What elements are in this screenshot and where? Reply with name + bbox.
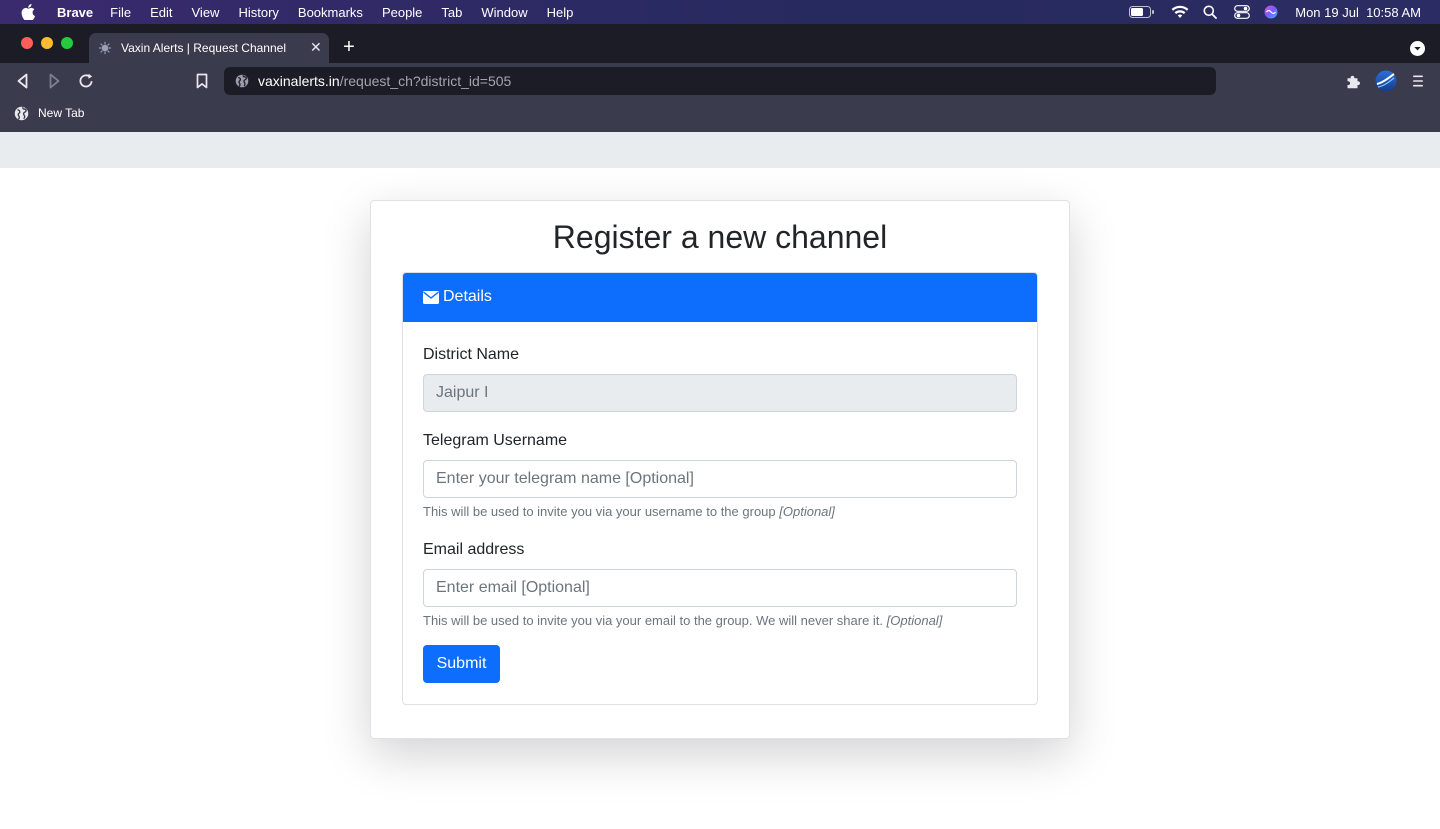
email-address-input[interactable] [423, 569, 1017, 607]
telegram-username-input[interactable] [423, 460, 1017, 498]
telegram-username-label: Telegram Username [423, 432, 568, 449]
battery-icon[interactable] [1129, 5, 1155, 19]
spotlight-search-icon[interactable] [1203, 5, 1218, 19]
siri-icon[interactable] [1264, 5, 1278, 19]
envelope-icon [423, 291, 439, 304]
menubar-clock[interactable]: Mon 19 Jul 10:58 AM [1295, 5, 1421, 20]
virus-favicon-icon [98, 41, 112, 55]
menu-help[interactable]: Help [547, 5, 574, 20]
close-window-button[interactable] [21, 37, 33, 49]
menu-history[interactable]: History [238, 5, 278, 20]
url-path: /request_ch?district_id=505 [339, 73, 512, 89]
macos-menu-bar: Brave File Edit View History Bookmarks P… [0, 0, 1440, 24]
url-host: vaxinalerts.in [258, 73, 340, 89]
email-help-text: This will be used to invite you via your… [423, 613, 942, 628]
details-panel-title: Details [443, 288, 492, 305]
register-card: Register a new channel Details District … [370, 200, 1070, 739]
email-address-label: Email address [423, 541, 525, 558]
submit-button[interactable]: Submit [423, 645, 500, 683]
zoom-window-button[interactable] [61, 37, 73, 49]
bookmarks-bar: New Tab [0, 99, 1440, 132]
tab-close-icon[interactable]: ✕ [310, 39, 322, 56]
page-top-strip [0, 132, 1440, 168]
details-panel-header: Details [403, 273, 1037, 322]
district-name-input [423, 374, 1017, 412]
telegram-help-sentence: This will be used to invite you via your… [423, 504, 776, 519]
apple-logo-icon[interactable] [21, 4, 35, 20]
menu-people[interactable]: People [382, 5, 422, 20]
telegram-help-optional: [Optional] [779, 504, 835, 519]
hamburger-menu-icon[interactable] [1409, 72, 1427, 90]
profile-avatar-icon[interactable] [1375, 70, 1397, 92]
bookmark-new-tab[interactable]: New Tab [38, 106, 84, 120]
menu-edit[interactable]: Edit [150, 5, 172, 20]
web-page: Register a new channel Details District … [0, 132, 1440, 829]
menu-bookmarks[interactable]: Bookmarks [298, 5, 363, 20]
back-arrow-icon[interactable] [14, 72, 32, 90]
email-help-sentence: This will be used to invite you via your… [423, 613, 884, 628]
address-bar[interactable]: vaxinalerts.in/request_ch?district_id=50… [224, 67, 1216, 95]
tab-search-chevron-icon[interactable] [1410, 41, 1425, 56]
bookmark-icon[interactable] [193, 72, 211, 90]
page-title: Register a new channel [552, 219, 888, 255]
wifi-icon[interactable] [1171, 5, 1189, 19]
telegram-help-text: This will be used to invite you via your… [423, 504, 835, 519]
details-panel: Details District Name Telegram Username … [402, 272, 1038, 705]
email-help-optional: [Optional] [886, 613, 943, 628]
forward-arrow-icon[interactable] [45, 72, 63, 90]
menu-file[interactable]: File [110, 5, 131, 20]
globe-bookmark-icon [14, 106, 29, 121]
tab-title: Vaxin Alerts | Request Channel [121, 41, 286, 55]
new-tab-plus-icon[interactable]: + [341, 36, 357, 58]
control-center-icon[interactable] [1234, 5, 1251, 19]
extensions-puzzle-icon[interactable] [1345, 72, 1363, 90]
site-info-globe-icon[interactable] [235, 74, 249, 88]
menu-tab[interactable]: Tab [441, 5, 462, 20]
menu-app-brave[interactable]: Brave [57, 5, 93, 20]
url-text[interactable]: vaxinalerts.in/request_ch?district_id=50… [258, 73, 511, 89]
browser-toolbar: vaxinalerts.in/request_ch?district_id=50… [0, 63, 1440, 99]
tab-vaxin-alerts[interactable]: Vaxin Alerts | Request Channel ✕ [89, 33, 329, 63]
menu-window[interactable]: Window [481, 5, 527, 20]
reload-icon[interactable] [77, 72, 95, 90]
minimize-window-button[interactable] [41, 37, 53, 49]
district-name-label: District Name [423, 346, 520, 363]
menu-view[interactable]: View [192, 5, 220, 20]
